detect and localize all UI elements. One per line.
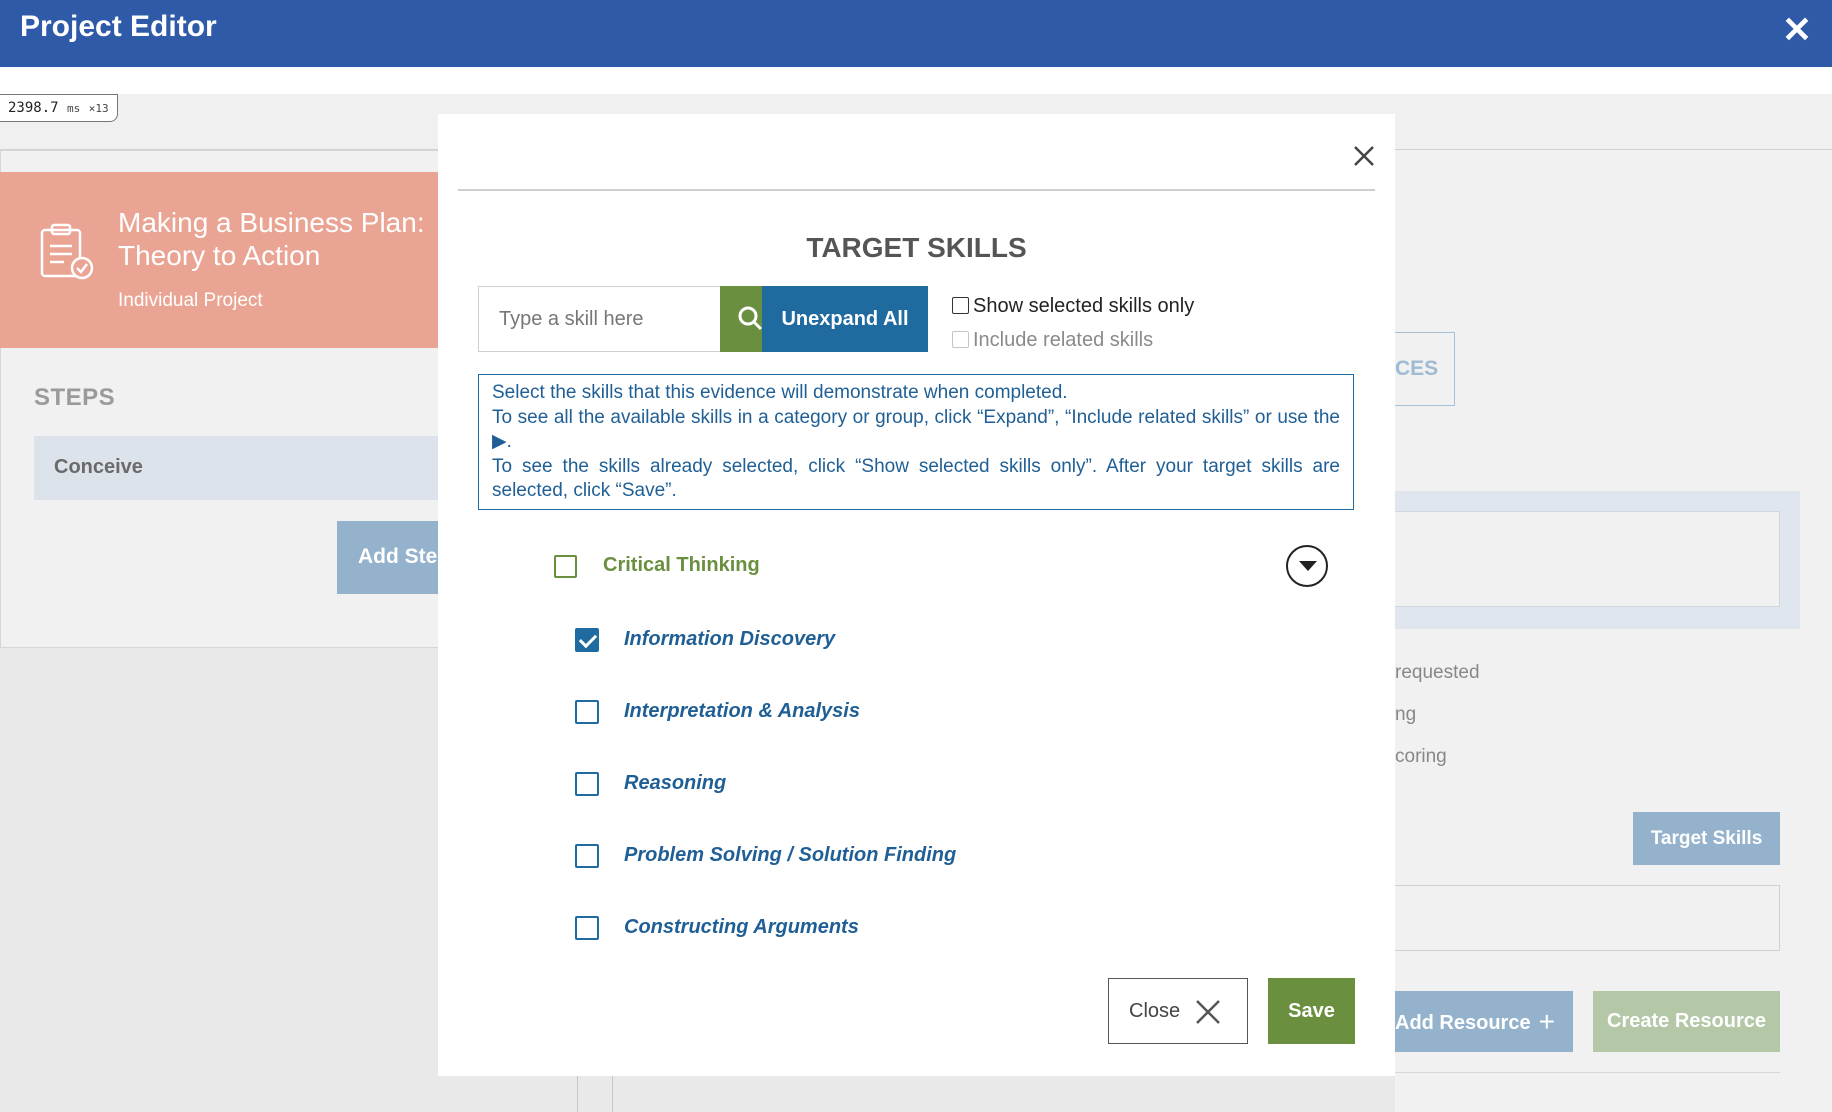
project-title: Making a Business Plan: Theory to Action xyxy=(118,207,425,271)
include-related-checkbox: Include related skills xyxy=(952,329,1153,352)
modal-close-icon[interactable] xyxy=(1346,138,1382,174)
skill-checkbox[interactable] xyxy=(575,844,599,868)
show-selected-checkbox[interactable]: Show selected skills only xyxy=(952,295,1194,318)
instructions-line: Select the skills that this evidence wil… xyxy=(492,382,1068,403)
skill-label: Information Discovery xyxy=(624,628,836,650)
plus-icon: + xyxy=(1538,1006,1555,1037)
timer-count: ×13 xyxy=(88,102,109,115)
save-button[interactable]: Save xyxy=(1268,978,1355,1044)
modal-title: TARGET SKILLS xyxy=(806,232,1027,263)
steps-heading: STEPS xyxy=(34,384,116,411)
modal-divider xyxy=(458,189,1375,191)
checkbox-icon xyxy=(952,331,969,348)
app-header: Project Editor ✕ xyxy=(0,0,1832,67)
target-skills-button[interactable]: Target Skills xyxy=(1633,812,1780,865)
project-type: Individual Project xyxy=(118,290,263,311)
play-icon: ▶ xyxy=(492,431,507,452)
timer-value: 2398.7 xyxy=(8,100,59,116)
show-selected-label: Show selected skills only xyxy=(973,295,1195,317)
create-resource-button[interactable]: Create Resource xyxy=(1593,991,1780,1052)
step-item[interactable]: Conceive xyxy=(34,436,440,500)
skill-checkbox[interactable] xyxy=(575,772,599,796)
skill-label: Problem Solving / Solution Finding xyxy=(624,844,957,866)
table-frame xyxy=(577,1072,1780,1112)
timer-badge: 2398.7 ms ×13 xyxy=(0,94,118,122)
category-checkbox[interactable] xyxy=(554,555,577,578)
instructions-line: To see all the available skills in a cat… xyxy=(492,406,1340,453)
add-resource-label: Add Resource xyxy=(1395,1012,1531,1034)
target-skills-modal: TARGET SKILLS Unexpand All Show selected… xyxy=(438,114,1395,1076)
header-strip xyxy=(0,67,1832,94)
skill-label: Constructing Arguments xyxy=(624,916,859,938)
skill-checkbox[interactable] xyxy=(575,628,599,652)
option-scoring: coring xyxy=(1395,746,1447,767)
resource-box xyxy=(1395,885,1780,951)
timer-unit: ms xyxy=(67,102,81,115)
close-button-label: Close xyxy=(1129,1000,1181,1022)
include-related-label: Include related skills xyxy=(973,329,1154,351)
step-label: Conceive xyxy=(54,456,143,478)
clipboard-check-icon xyxy=(40,223,94,280)
skill-label: Interpretation & Analysis xyxy=(624,700,860,722)
app-title: Project Editor xyxy=(20,10,217,43)
skill-search-input[interactable] xyxy=(479,287,679,351)
option-requested: requested xyxy=(1395,662,1480,683)
resources-tab[interactable]: CES xyxy=(1395,332,1455,406)
skill-checkbox[interactable] xyxy=(575,916,599,940)
collapse-toggle-icon[interactable] xyxy=(1286,545,1328,587)
option-ng: ng xyxy=(1395,704,1417,725)
table-divider xyxy=(612,1072,613,1112)
skill-checkbox[interactable] xyxy=(575,700,599,724)
skill-search xyxy=(478,286,782,352)
evidence-field[interactable] xyxy=(1395,511,1780,607)
instructions-box: Select the skills that this evidence wil… xyxy=(478,374,1354,510)
close-button[interactable]: Close xyxy=(1108,978,1248,1044)
checkbox-icon xyxy=(952,297,969,314)
close-icon xyxy=(1196,1000,1220,1024)
instructions-line: To see the skills already selected, clic… xyxy=(492,455,1340,502)
editor-main xyxy=(1395,150,1832,1112)
unexpand-all-button[interactable]: Unexpand All xyxy=(762,286,928,352)
skill-label: Reasoning xyxy=(624,772,727,794)
project-header: Making a Business Plan: Theory to Action… xyxy=(0,172,440,348)
add-step-button[interactable]: Add Step xyxy=(337,521,440,594)
add-resource-button[interactable]: Add Resource + xyxy=(1395,991,1573,1052)
close-editor-icon[interactable]: ✕ xyxy=(1782,12,1812,48)
category-label: Critical Thinking xyxy=(603,554,760,576)
